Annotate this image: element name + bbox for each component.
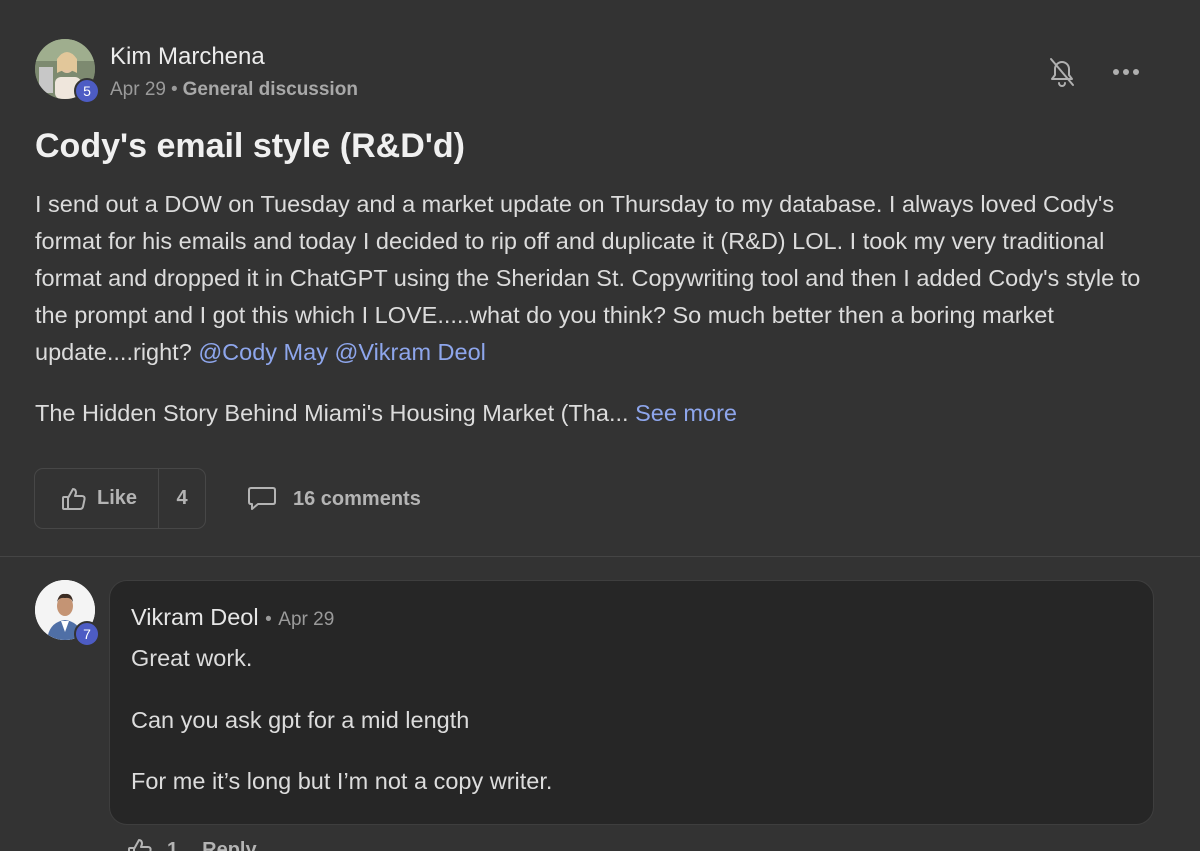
bell-off-icon[interactable] bbox=[1047, 55, 1077, 89]
mention-cody-may[interactable]: @Cody May bbox=[198, 339, 328, 365]
commenter-level-badge: 7 bbox=[74, 621, 100, 647]
comment-author-name[interactable]: Vikram Deol bbox=[131, 604, 259, 630]
author-level-badge: 5 bbox=[74, 78, 100, 104]
see-more-link[interactable]: See more bbox=[635, 400, 737, 426]
post-excerpt: The Hidden Story Behind Miami's Housing … bbox=[35, 395, 737, 432]
post-date: Apr 29 bbox=[110, 79, 166, 100]
mention-vikram-deol[interactable]: @Vikram Deol bbox=[334, 339, 485, 365]
post-author-name[interactable]: Kim Marchena bbox=[110, 43, 265, 71]
more-horizontal-icon[interactable] bbox=[1111, 55, 1141, 89]
thumbs-up-icon bbox=[62, 487, 86, 510]
comment-date: Apr 29 bbox=[278, 609, 335, 630]
post-body: I send out a DOW on Tuesday and a market… bbox=[35, 186, 1165, 371]
post-card: 5 Kim Marchena Apr 29 • General discussion bbox=[0, 0, 1200, 557]
community-post-page: 5 Kim Marchena Apr 29 • General discussion bbox=[0, 0, 1200, 851]
post-top-actions bbox=[1047, 55, 1141, 89]
comment-reply-button[interactable]: Reply bbox=[202, 839, 256, 851]
like-button[interactable]: Like bbox=[35, 469, 159, 528]
like-label: Like bbox=[97, 487, 138, 509]
post-title[interactable]: Cody's email style (R&D'd) bbox=[35, 127, 465, 166]
thumbs-up-icon bbox=[128, 839, 152, 851]
comment-separator: • bbox=[265, 609, 272, 630]
comment-actions: 1 Reply bbox=[127, 838, 257, 851]
comment-like-count: 1 bbox=[167, 838, 179, 851]
comments-count-label: 16 comments bbox=[293, 487, 421, 510]
post-meta: Apr 29 • General discussion bbox=[110, 79, 358, 101]
comment-line-2: Can you ask gpt for a mid length bbox=[131, 707, 470, 733]
post-category-link[interactable]: General discussion bbox=[183, 79, 358, 100]
comment-line-1: Great work. bbox=[131, 645, 253, 671]
comment-like-button[interactable]: 1 bbox=[127, 838, 178, 851]
post-excerpt-text: The Hidden Story Behind Miami's Housing … bbox=[35, 400, 629, 426]
meta-separator: • bbox=[170, 79, 178, 100]
comment-bubble: Vikram Deol • Apr 29 Great work. Can you… bbox=[109, 580, 1154, 825]
comment-icon bbox=[248, 487, 276, 510]
comments-button[interactable]: 16 comments bbox=[247, 480, 421, 518]
like-count[interactable]: 4 bbox=[159, 469, 205, 528]
comment-line-3: For me it’s long but I’m not a copy writ… bbox=[131, 768, 553, 794]
comment-header: Vikram Deol • Apr 29 bbox=[131, 604, 334, 631]
like-group: Like 4 bbox=[34, 468, 206, 529]
